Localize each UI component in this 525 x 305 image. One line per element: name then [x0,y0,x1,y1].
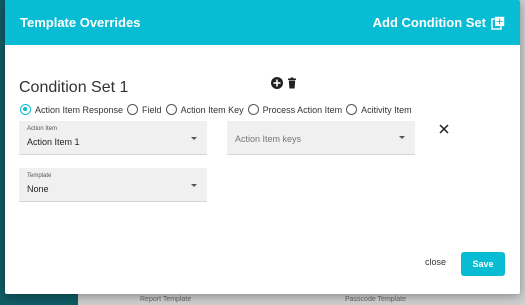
template-select-label: Template [27,173,52,179]
background-label-right: Passcode Template [345,296,406,303]
condition-type-radio-group: Action Item Response Field Action Item K… [20,104,416,115]
modal-header: Template Overrides Add Condition Set [5,0,520,45]
radio-label: Acitivity Item [361,104,412,115]
add-condition-set-button[interactable]: Add Condition Set [373,15,505,30]
action-item-select-label: Action Item [27,126,58,132]
close-button[interactable]: close [425,257,446,267]
radio-label: Action Item Response [35,104,124,115]
radio-indicator [247,104,259,115]
radio-field[interactable]: Field [127,104,162,115]
chevron-down-icon [191,137,197,140]
radio-process-action-item[interactable]: Process Action Item [247,104,343,115]
template-select[interactable]: Template None [19,168,207,202]
add-condition-set-label: Add Condition Set [372,15,486,30]
radio-label: Process Action Item [262,104,343,115]
add-circle-icon[interactable] [271,76,283,89]
radio-label: Action Item Key [180,104,244,115]
chevron-down-icon [191,184,197,187]
chevron-down-icon [399,136,405,139]
action-item-keys-placeholder: Action Item keys [235,134,302,144]
close-icon[interactable] [437,122,451,136]
condition-set-title: Condition Set 1 [19,79,129,96]
radio-label: Field [142,104,162,115]
action-item-keys-select[interactable]: Action Item keys [227,121,415,155]
template-overrides-modal: Template Overrides Add Condition Set Con… [5,0,520,294]
radio-activity-item[interactable]: Acitivity Item [346,104,412,115]
template-select-value: None [27,184,49,194]
radio-indicator [346,104,358,115]
condition-set-actions [271,76,298,89]
radio-selected-indicator [20,104,31,115]
modal-title: Template Overrides [20,15,141,30]
radio-indicator [165,104,177,115]
background-label-left: Report Template [140,296,192,303]
save-button[interactable]: Save [461,252,505,276]
radio-action-item-key[interactable]: Action Item Key [165,104,244,115]
radio-indicator [127,104,139,115]
action-item-select-value: Action Item 1 [27,137,80,147]
radio-action-item-response[interactable]: Action Item Response [20,104,123,115]
trash-icon[interactable] [286,76,298,89]
library-add-icon [491,16,505,30]
action-item-select[interactable]: Action Item Action Item 1 [19,121,207,155]
